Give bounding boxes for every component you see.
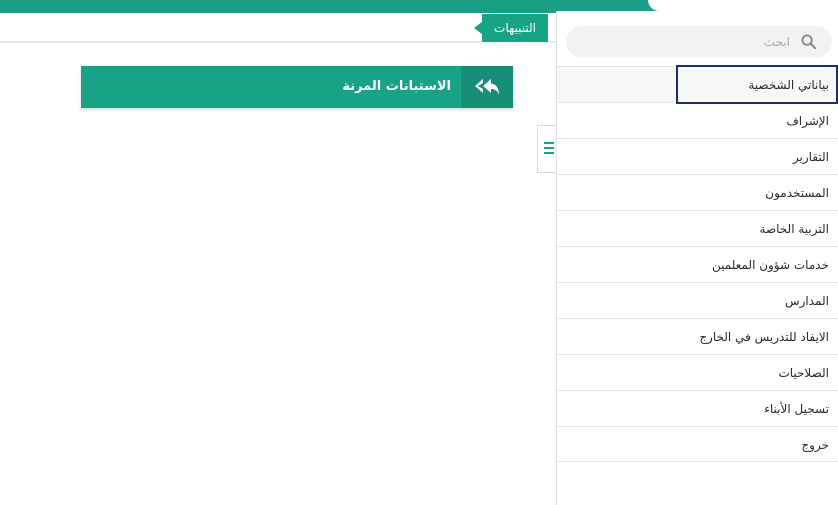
alerts-tab-label: التنبيهات <box>494 21 536 35</box>
app-page: التنبيهات بياناتي الشخصية الإشراف التقار… <box>0 0 838 505</box>
flexible-surveys-card[interactable]: الاستبانات المرنة <box>81 66 513 108</box>
menu-toggle-button[interactable] <box>537 125 556 173</box>
card-icon-box <box>461 66 513 108</box>
sidebar-item-special-education[interactable]: التربية الخاصة <box>557 210 838 246</box>
sidebar-item-label: الايفاد للتدريس في الخارج <box>699 330 829 344</box>
sidebar-menu: بياناتي الشخصية الإشراف التقارير المستخد… <box>557 66 838 462</box>
sidebar-item-logout[interactable]: خروج <box>557 426 838 462</box>
sidebar-item-supervision[interactable]: الإشراف <box>557 102 838 138</box>
search-icon <box>801 34 816 49</box>
alerts-tab[interactable]: التنبيهات <box>474 14 548 42</box>
sidebar-item-label: خدمات شؤون المعلمين <box>712 258 829 272</box>
sidebar-item-label: تسجيل الأبناء <box>764 402 829 416</box>
sidebar-item-permissions[interactable]: الصلاحيات <box>557 354 838 390</box>
header-strip <box>0 13 556 42</box>
sidebar-item-label: خروج <box>801 438 829 452</box>
sidebar-item-teacher-services[interactable]: خدمات شؤون المعلمين <box>557 246 838 282</box>
sidebar-item-label: بياناتي الشخصية <box>748 78 829 92</box>
top-band-cutout <box>648 0 838 11</box>
sidebar-item-reports[interactable]: التقارير <box>557 138 838 174</box>
sidebar: بياناتي الشخصية الإشراف التقارير المستخد… <box>556 11 838 505</box>
sidebar-item-label: الصلاحيات <box>778 366 829 380</box>
sidebar-item-schools[interactable]: المدارس <box>557 282 838 318</box>
search-box[interactable] <box>566 26 832 57</box>
search-input[interactable] <box>588 30 792 54</box>
sidebar-item-teaching-abroad[interactable]: الايفاد للتدريس في الخارج <box>557 318 838 354</box>
sidebar-item-label: الإشراف <box>786 114 829 128</box>
card-title: الاستبانات المرنة <box>342 79 451 94</box>
sidebar-item-label: المدارس <box>784 294 829 308</box>
reply-all-icon <box>475 79 499 95</box>
sidebar-item-label: التقارير <box>792 150 829 164</box>
sidebar-item-users[interactable]: المستخدمون <box>557 174 838 210</box>
sidebar-item-label: المستخدمون <box>765 186 829 200</box>
sidebar-item-label: التربية الخاصة <box>759 222 829 236</box>
sidebar-item-children-registration[interactable]: تسجيل الأبناء <box>557 390 838 426</box>
sidebar-item-my-data[interactable]: بياناتي الشخصية <box>557 66 838 102</box>
